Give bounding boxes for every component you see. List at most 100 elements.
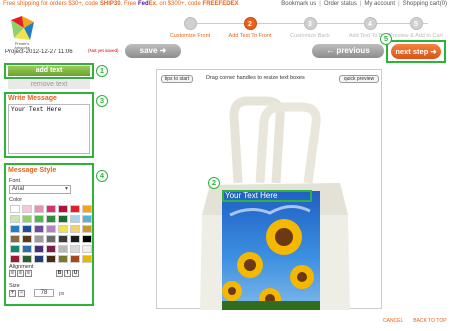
top-links: Bookmark us | Order status | My account | S…	[281, 1, 447, 7]
step-add-text-front[interactable]: 2 Add Text To Front	[220, 17, 280, 39]
color-swatch[interactable]	[22, 245, 32, 253]
project-name-input[interactable]	[5, 47, 75, 56]
callout-5: 5	[380, 33, 392, 45]
color-swatch[interactable]	[34, 215, 44, 223]
color-swatch[interactable]	[22, 205, 32, 213]
tips-button[interactable]: tips to start	[161, 75, 193, 83]
color-swatch[interactable]	[82, 205, 92, 213]
size-label: Size	[9, 283, 20, 289]
back-to-top-link[interactable]: BACK TO TOP	[413, 318, 446, 324]
size-unit: px	[59, 291, 65, 297]
save-button[interactable]: save ➜	[125, 44, 181, 58]
color-swatch[interactable]	[22, 235, 32, 243]
step-number	[183, 17, 197, 30]
italic-button[interactable]: I	[64, 270, 71, 277]
step-label: Add Text To Front	[228, 33, 272, 39]
step-customize-front[interactable]: Customize Front	[160, 17, 220, 39]
logo[interactable]	[8, 14, 36, 44]
color-swatch[interactable]	[82, 215, 92, 223]
color-swatch[interactable]	[10, 205, 20, 213]
callout-3: 3	[96, 95, 108, 107]
font-select[interactable]: Arial ▼	[9, 185, 71, 194]
chevron-down-icon: ▼	[64, 186, 69, 192]
align-right-button[interactable]: ≡	[25, 270, 32, 277]
color-swatch[interactable]	[10, 225, 20, 233]
color-swatch[interactable]	[58, 255, 68, 263]
color-swatch[interactable]	[70, 225, 80, 233]
color-swatch[interactable]	[58, 215, 68, 223]
size-decrease-button[interactable]: −	[18, 290, 25, 297]
order-status-link[interactable]: Order status	[324, 1, 357, 7]
color-swatch[interactable]	[82, 235, 92, 243]
color-swatch[interactable]	[70, 215, 80, 223]
remove-text-button[interactable]: remove text	[8, 80, 90, 89]
step-preview-cart[interactable]: 5 Preview & Add to Cart	[386, 17, 446, 39]
shopping-cart-link[interactable]: Shopping cart(0)	[403, 1, 447, 7]
step-number: 5	[409, 17, 423, 30]
color-swatch[interactable]	[46, 215, 56, 223]
color-swatch[interactable]	[70, 235, 80, 243]
step-number: 2	[243, 17, 257, 30]
step-number: 4	[363, 17, 377, 30]
drag-hint: Drag corner handles to resize text boxes	[206, 75, 305, 81]
color-swatch[interactable]	[22, 215, 32, 223]
color-swatch[interactable]	[70, 245, 80, 253]
step-label: Customize Front	[169, 33, 211, 39]
save-status: (Not yet saved)	[88, 48, 119, 53]
message-style-title: Message Style	[8, 167, 57, 174]
align-center-button[interactable]: ≡	[17, 270, 24, 277]
step-number: 3	[303, 17, 317, 30]
color-swatch[interactable]	[34, 235, 44, 243]
step-label: Customize Back	[290, 33, 330, 39]
color-swatch[interactable]	[58, 225, 68, 233]
step-customize-back[interactable]: 3 Customize Back	[280, 17, 340, 39]
color-swatch[interactable]	[22, 225, 32, 233]
color-swatch[interactable]	[10, 255, 20, 263]
color-swatch[interactable]	[34, 225, 44, 233]
color-swatch[interactable]	[58, 245, 68, 253]
color-swatch[interactable]	[34, 205, 44, 213]
color-swatch[interactable]	[46, 205, 56, 213]
next-step-button[interactable]: next step ➜	[391, 44, 441, 59]
previous-button[interactable]: ← previous	[312, 44, 384, 58]
message-textarea[interactable]: Your Text Here	[8, 104, 90, 154]
top-bar: Free shipping for orders $30+, code SHIP…	[0, 0, 450, 8]
color-swatch[interactable]	[22, 255, 32, 263]
promo-text: Free shipping for orders $30+, code SHIP…	[3, 1, 239, 7]
color-swatch[interactable]	[82, 255, 92, 263]
add-text-button[interactable]: add text	[8, 66, 90, 76]
align-left-button[interactable]: ≡	[9, 270, 16, 277]
color-swatch[interactable]	[46, 245, 56, 253]
fedex-logo: Fed	[137, 1, 149, 7]
color-swatch[interactable]	[10, 215, 20, 223]
product-text[interactable]: Your Text Here	[225, 191, 277, 200]
my-account-link[interactable]: My account	[364, 1, 395, 7]
font-select-value: Arial	[12, 186, 25, 192]
color-swatch[interactable]	[10, 235, 20, 243]
color-swatch[interactable]	[34, 255, 44, 263]
cancel-link[interactable]: CANCEL	[383, 318, 403, 324]
color-swatch[interactable]	[82, 245, 92, 253]
color-swatch[interactable]	[70, 205, 80, 213]
color-swatch[interactable]	[58, 205, 68, 213]
color-swatch[interactable]	[10, 245, 20, 253]
size-input[interactable]: 78	[34, 289, 54, 297]
size-increase-button[interactable]: +	[9, 290, 16, 297]
color-swatch[interactable]	[34, 245, 44, 253]
quick-preview-button[interactable]: quick preview	[339, 75, 379, 83]
color-swatch[interactable]	[46, 235, 56, 243]
underline-button[interactable]: U	[72, 270, 79, 277]
step-progress: Customize Front 2 Add Text To Front 3 Cu…	[170, 14, 443, 42]
callout-4: 4	[96, 170, 108, 182]
color-swatch[interactable]	[70, 255, 80, 263]
write-message-title: Write Message	[8, 95, 57, 102]
color-swatch[interactable]	[82, 225, 92, 233]
bold-button[interactable]: B	[56, 270, 63, 277]
color-swatch[interactable]	[46, 255, 56, 263]
color-label: Color	[9, 197, 23, 203]
bookmark-link[interactable]: Bookmark us	[281, 1, 316, 7]
color-swatch[interactable]	[46, 225, 56, 233]
color-swatch[interactable]	[58, 235, 68, 243]
footer-links: CANCEL BACK TO TOP	[383, 318, 447, 324]
color-palette	[10, 205, 92, 263]
